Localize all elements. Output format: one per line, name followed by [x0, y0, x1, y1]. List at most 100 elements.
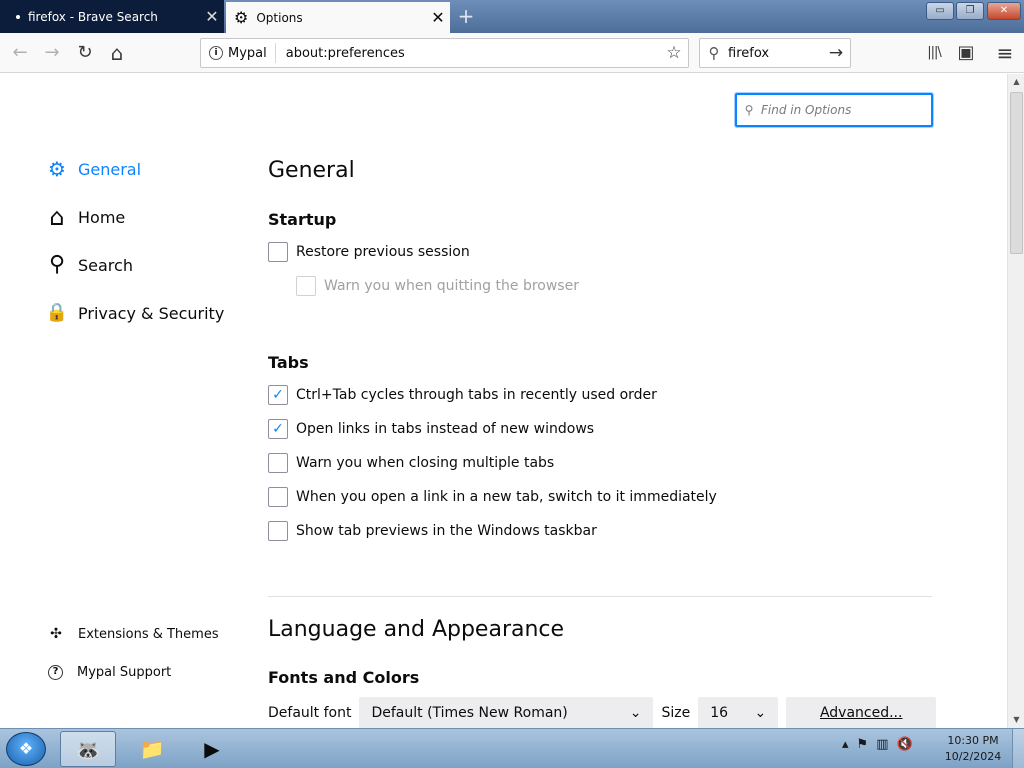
back-button[interactable]: ← [6, 39, 34, 67]
bookmark-star-icon[interactable]: ☆ [660, 43, 688, 63]
footer-link-label: Mypal Support [77, 665, 172, 680]
tray-expand-icon[interactable]: ▴ [842, 737, 849, 752]
page-title: General [268, 158, 355, 183]
default-font-row: Default font Default (Times New Roman) ⌄… [268, 697, 937, 728]
network-icon[interactable]: ▥ [876, 737, 888, 752]
home-icon: ⌂ [49, 203, 65, 231]
checkbox[interactable] [268, 521, 288, 541]
minimize-button[interactable]: ▭ [926, 2, 954, 20]
clock[interactable]: 10:30 PM 10/2/2024 [940, 733, 1006, 765]
identity-label: Mypal [228, 45, 267, 61]
option-label: Restore previous session [296, 244, 470, 260]
checkbox-checked[interactable]: ✓ [268, 419, 288, 439]
category-label: Privacy & Security [78, 303, 225, 323]
mypal-taskbar-icon[interactable]: 🦝 [60, 731, 116, 767]
category-label: General [78, 159, 142, 179]
url-text[interactable]: about:preferences [276, 46, 660, 61]
tab-previews-option[interactable]: Show tab previews in the Windows taskbar [268, 521, 597, 541]
close-window-button[interactable]: ✕ [987, 2, 1021, 20]
category-home[interactable]: ⌂ Home [44, 204, 125, 230]
warn-close-tabs-option[interactable]: Warn you when closing multiple tabs [268, 453, 554, 473]
clock-time: 10:30 PM [947, 734, 999, 747]
option-label: Warn you when closing multiple tabs [296, 455, 555, 471]
checkbox[interactable] [268, 487, 288, 507]
tab-options[interactable]: ⚙ Options ✕ [226, 2, 450, 33]
option-label: Show tab previews in the Windows taskbar [296, 523, 597, 539]
help-icon: ? [48, 665, 63, 680]
explorer-taskbar-icon[interactable]: 📁 [124, 731, 180, 767]
media-player-taskbar-icon[interactable]: ▶ [184, 731, 240, 767]
language-heading: Language and Appearance [268, 617, 565, 642]
preferences-page: ⚲ Find in Options ⚙ General ⌂ Home ⚲ Sea… [0, 74, 1007, 728]
category-label: Home [78, 207, 126, 227]
extensions-themes-link[interactable]: ✣ Extensions & Themes [48, 626, 219, 642]
warn-quit-option: Warn you when quitting the browser [296, 276, 579, 296]
identity-box[interactable]: i Mypal [201, 43, 276, 63]
category-search[interactable]: ⚲ Search [44, 252, 133, 278]
new-tab-button[interactable]: + [454, 5, 478, 29]
support-link[interactable]: ? Mypal Support [48, 665, 171, 680]
maximize-button[interactable]: ❐ [956, 2, 984, 20]
volume-muted-icon[interactable]: 🔇 [896, 737, 912, 752]
font-size-select[interactable]: 16 ⌄ [698, 697, 779, 728]
tab-title: Options [256, 10, 303, 25]
checkbox-checked[interactable]: ✓ [268, 385, 288, 405]
system-tray: ▴ ⚑ ▥ 🔇 [842, 737, 913, 752]
default-font-select[interactable]: Default (Times New Roman) ⌄ [359, 697, 654, 728]
close-tab-icon[interactable]: ✕ [200, 7, 224, 26]
sidebar-button[interactable]: ▣ [952, 39, 980, 67]
gear-icon: ⚙ [48, 157, 66, 181]
info-icon: i [209, 46, 223, 60]
scroll-up-arrow[interactable]: ▲ [1008, 74, 1024, 90]
search-go-icon[interactable]: → [822, 43, 850, 63]
category-label: Search [78, 255, 133, 275]
search-icon: ⚲ [744, 103, 754, 117]
option-label: Ctrl+Tab cycles through tabs in recently… [296, 387, 657, 403]
tab-dot-icon [16, 14, 20, 19]
find-placeholder: Find in Options [761, 103, 852, 117]
forward-button[interactable]: → [38, 39, 66, 67]
start-button[interactable]: ❖ [6, 732, 46, 766]
tab-title: firefox - Brave Search [28, 9, 158, 24]
puzzle-icon: ✣ [50, 626, 62, 642]
tab-brave-search[interactable]: firefox - Brave Search ✕ [0, 0, 224, 33]
reload-button[interactable]: ↻ [71, 39, 99, 67]
checkbox[interactable] [268, 242, 288, 262]
tabs-heading: Tabs [268, 353, 309, 372]
scroll-down-arrow[interactable]: ▼ [1008, 712, 1024, 728]
switch-new-tab-option[interactable]: When you open a link in a new tab, switc… [268, 487, 717, 507]
ctrl-tab-option[interactable]: ✓ Ctrl+Tab cycles through tabs in recent… [268, 385, 657, 405]
menu-button[interactable]: ≡ [991, 39, 1019, 67]
fonts-heading: Fonts and Colors [268, 668, 420, 687]
close-tab-icon[interactable]: ✕ [426, 8, 450, 27]
checkbox[interactable] [268, 453, 288, 473]
nav-bar: ← → ↻ ⌂ i Mypal about:preferences ☆ ⚲ fi… [0, 33, 1024, 73]
option-label: Open links in tabs instead of new window… [296, 421, 595, 437]
find-in-options-input[interactable]: ⚲ Find in Options [735, 93, 933, 127]
windows-taskbar: ❖ 🦝 📁 ▶ ▴ ⚑ ▥ 🔇 10:30 PM 10/2/2024 [0, 728, 1024, 768]
search-icon: ⚲ [48, 252, 66, 277]
restore-session-option[interactable]: Restore previous session [268, 242, 470, 262]
startup-heading: Startup [268, 210, 337, 229]
tab-strip: firefox - Brave Search ✕ ⚙ Options ✕ + ▭… [0, 0, 1024, 33]
open-links-tabs-option[interactable]: ✓ Open links in tabs instead of new wind… [268, 419, 594, 439]
search-input[interactable]: firefox [728, 46, 822, 61]
search-bar[interactable]: ⚲ firefox → [699, 38, 851, 68]
default-font-value: Default (Times New Roman) [371, 705, 568, 721]
category-general[interactable]: ⚙ General [44, 156, 141, 182]
library-button[interactable]: |||\ [920, 39, 948, 67]
url-bar[interactable]: i Mypal about:preferences ☆ [200, 38, 689, 68]
category-privacy[interactable]: 🔒 Privacy & Security [44, 300, 225, 326]
gear-icon: ⚙ [234, 8, 249, 27]
home-button[interactable]: ⌂ [103, 39, 131, 67]
chevron-down-icon: ⌄ [754, 705, 767, 721]
advanced-fonts-button[interactable]: Advanced... [786, 697, 937, 728]
footer-link-label: Extensions & Themes [78, 626, 219, 642]
scrollbar-thumb[interactable] [1010, 92, 1023, 254]
option-label: When you open a link in a new tab, switc… [296, 489, 717, 505]
action-center-icon[interactable]: ⚑ [857, 737, 869, 752]
option-label: Warn you when quitting the browser [324, 278, 579, 294]
show-desktop-button[interactable] [1012, 729, 1024, 768]
size-label: Size [661, 705, 691, 721]
vertical-scrollbar[interactable]: ▲ ▼ [1007, 74, 1024, 728]
